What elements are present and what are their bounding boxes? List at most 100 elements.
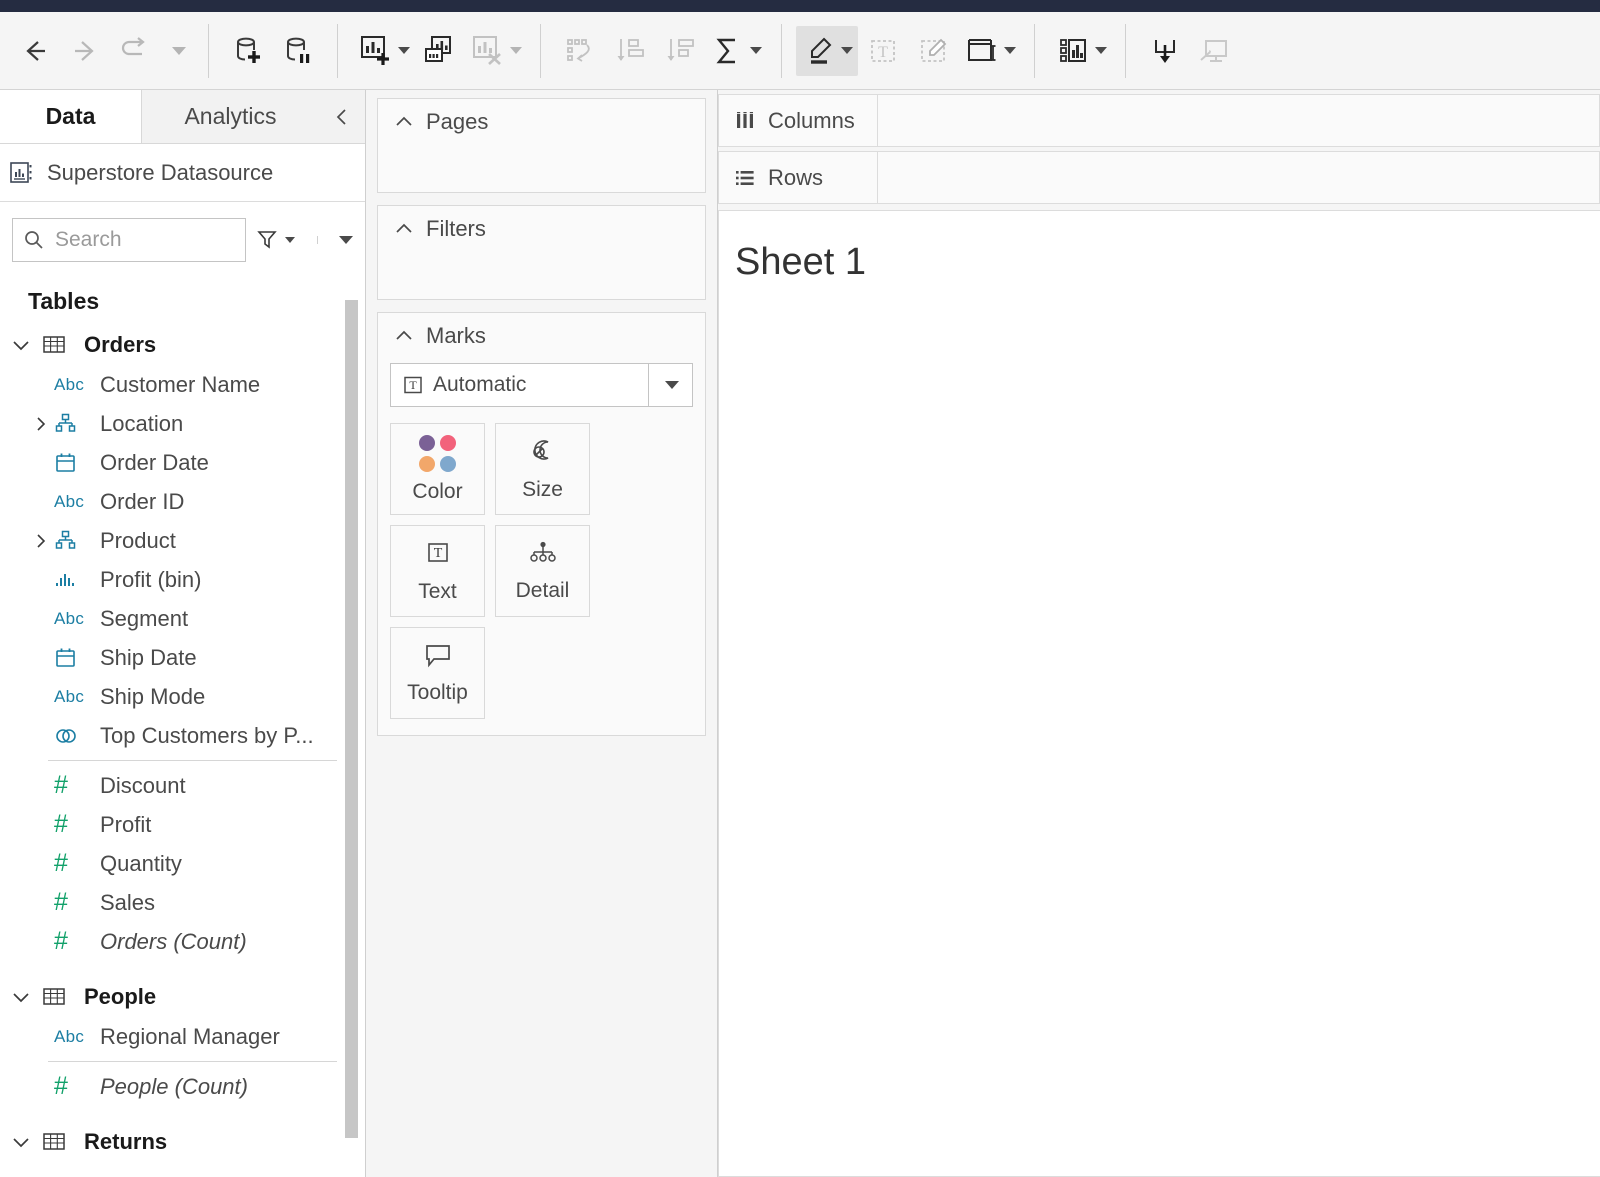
caret-down-icon [171,46,186,55]
number-icon: # [54,888,68,916]
abc-icon: Abc [54,1026,85,1046]
totals-button[interactable] [705,26,767,76]
text-annotation-button[interactable]: T [858,26,908,76]
page-title: Sheet 1 [735,241,866,283]
mark-type-dropdown-arrow[interactable] [648,364,692,406]
highlighter-button[interactable] [796,25,858,76]
field-row-ship-mode[interactable]: Abc Ship Mode [0,677,365,716]
field-list: Tables Orders Abc Customer Name Location… [0,278,365,1177]
marks-size-button[interactable]: Size [495,423,590,515]
field-row-order-date[interactable]: Order Date [0,443,365,482]
field-label: Quantity [100,850,182,876]
filters-card-dropzone[interactable] [378,252,705,299]
expand-location-button[interactable] [28,415,54,433]
view-canvas[interactable]: Sheet 1 [718,210,1600,1177]
tab-data[interactable]: Data [0,90,142,143]
marks-color-button[interactable]: Color [390,423,485,515]
new-worksheet-button[interactable] [352,26,414,76]
columns-label-text: Columns [768,107,855,133]
forward-button[interactable] [60,26,110,76]
marks-card-header[interactable]: Marks [378,313,705,359]
field-label: Ship Date [100,644,197,670]
undo-redo-dropdown[interactable] [160,26,194,76]
field-label: Customer Name [100,371,261,397]
field-filter-button[interactable] [256,228,295,252]
data-pane-menu-button[interactable] [317,236,353,244]
abc-icon: Abc [54,374,85,394]
svg-text:T: T [878,44,888,61]
field-label: Ship Mode [100,683,206,709]
field-row-location[interactable]: Location [0,404,365,443]
field-label: Product [100,527,176,553]
sigma-icon [715,38,735,63]
arrow-right-icon [75,40,94,61]
columns-shelf-dropzone[interactable] [878,94,1600,147]
field-row-orders-count[interactable]: # Orders (Count) [0,922,365,961]
sort-ascending-button[interactable] [605,26,655,76]
datasource-icon [10,161,32,183]
field-label: Order ID [100,488,185,514]
edit-annotation-button[interactable] [908,26,958,76]
duplicate-sheet-button[interactable] [414,26,464,76]
chevron-down-icon [13,993,29,1003]
field-row-ship-date[interactable]: Ship Date [0,638,365,677]
table-row-returns[interactable]: Returns [0,1122,365,1162]
fit-button[interactable] [958,26,1020,76]
show-me-button[interactable] [1049,26,1111,76]
table-row-people[interactable]: People [0,977,365,1017]
field-row-segment[interactable]: Abc Segment [0,599,365,638]
columns-shelf: Columns [718,94,1600,147]
back-button[interactable] [10,26,60,76]
pause-auto-updates-button[interactable] [273,26,323,76]
pencil-box-icon [921,38,947,62]
arrow-left-icon [26,40,45,61]
number-icon: # [54,849,68,877]
pages-card-title: Pages [426,109,489,134]
marks-text-button[interactable]: T Text [390,525,485,617]
caret-down-icon [840,47,853,54]
field-row-customer-name[interactable]: Abc Customer Name [0,365,365,404]
cards-pane: Pages Filters Marks T Automatic Color Si… [366,90,718,1177]
expand-product-button[interactable] [28,532,54,550]
pages-card-header[interactable]: Pages [378,99,705,145]
marks-detail-button[interactable]: Detail [495,525,590,617]
field-row-product[interactable]: Product [0,521,365,560]
field-label: Segment [100,605,189,631]
redo-button[interactable] [110,26,160,76]
field-row-discount[interactable]: # Discount [0,766,365,805]
datasource-row[interactable]: Superstore Datasource [0,144,365,202]
database-plus-icon [237,37,260,63]
rows-icon [736,170,754,185]
field-list-scrollbar[interactable] [345,300,358,1138]
field-row-profit[interactable]: # Profit [0,805,365,844]
field-row-order-id[interactable]: Abc Order ID [0,482,365,521]
data-pane: Data Analytics Superstore Datasource Sea… [0,90,366,1177]
field-row-quantity[interactable]: # Quantity [0,844,365,883]
marks-tooltip-button[interactable]: Tooltip [390,627,485,719]
sort-ascending-icon [617,38,644,61]
field-row-people-count[interactable]: # People (Count) [0,1067,365,1106]
search-input[interactable]: Search [12,218,246,262]
table-row-orders[interactable]: Orders [0,325,365,365]
presentation-mode-button[interactable] [1190,26,1240,76]
field-row-sales[interactable]: # Sales [0,883,365,922]
rows-shelf-dropzone[interactable] [878,151,1600,204]
pages-card-dropzone[interactable] [378,145,705,192]
field-row-regional-manager[interactable]: Abc Regional Manager [0,1017,365,1056]
funnel-icon [257,231,277,249]
new-data-source-button[interactable] [223,26,273,76]
filters-card-header[interactable]: Filters [378,206,705,252]
caret-down-icon [339,236,353,244]
swap-rows-columns-button[interactable] [555,26,605,76]
tab-analytics[interactable]: Analytics [142,90,319,143]
tab-data-label: Data [45,103,96,129]
hierarchy-icon [54,412,100,436]
sort-descending-button[interactable] [655,26,705,76]
field-row-top-customers[interactable]: Top Customers by P... [0,716,365,755]
toolbar-group-sort [555,12,767,89]
collapse-pane-button[interactable] [319,90,365,143]
field-row-profit-bin[interactable]: Profit (bin) [0,560,365,599]
clear-sheet-button[interactable] [464,26,526,76]
mark-type-select[interactable]: T Automatic [390,363,693,407]
download-button[interactable] [1140,26,1190,76]
